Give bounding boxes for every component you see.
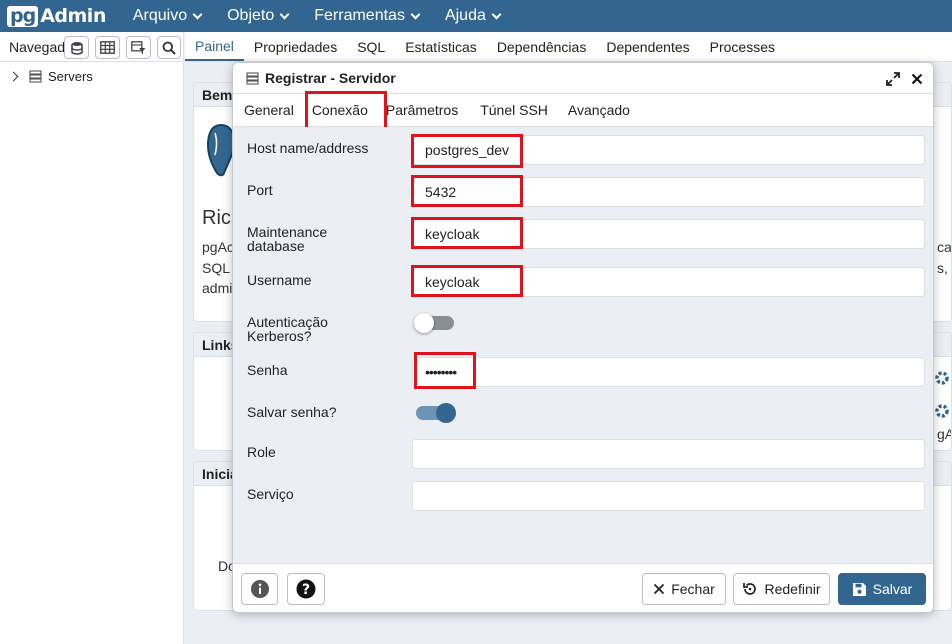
top-menu-bar: pg Admin Arquivo Objeto Ferramentas Ajud… [0, 0, 952, 32]
menu-label: Objeto [227, 7, 275, 24]
menu-arquivo[interactable]: Arquivo [120, 7, 214, 25]
server-group-icon [29, 69, 42, 83]
close-icon [654, 583, 665, 595]
highlight-box-conexao-tab [305, 91, 387, 131]
gear-icon [935, 371, 949, 385]
object-browser: Navegador Servers [0, 32, 184, 644]
tree-item-label: Servers [48, 68, 93, 84]
menu-label: Arquivo [132, 7, 188, 24]
tab-tunel-ssh[interactable]: Túnel SSH [472, 94, 556, 126]
register-server-dialog: Registrar - Servidor General Conexão Par… [232, 62, 934, 613]
dialog-footer: ? Fechar Redefinir Salvar [233, 563, 933, 612]
tab-processes[interactable]: Processes [700, 32, 785, 61]
username-label: Username [247, 272, 312, 288]
search-objects-button[interactable] [157, 36, 181, 59]
password-input[interactable]: •••••••• [412, 357, 925, 387]
close-button-label: Fechar [671, 581, 715, 597]
port-label: Port [247, 182, 273, 198]
browser-title: Navegador [9, 38, 67, 55]
chevron-down-icon [491, 9, 502, 19]
menu-label: Ajuda [444, 7, 486, 24]
svg-text:?: ? [302, 582, 310, 598]
menu-ferramentas[interactable]: Ferramentas [301, 7, 432, 25]
tab-sql[interactable]: SQL [347, 32, 395, 61]
main-tabs: Painel Propriedades SQL Estatísticas Dep… [185, 32, 952, 62]
kerberos-label-1: Autenticação [247, 314, 328, 330]
save-icon [852, 582, 866, 596]
highlight-box-host [411, 134, 523, 168]
reset-button[interactable]: Redefinir [733, 573, 830, 605]
host-label: Host name/address [247, 140, 369, 156]
role-label: Role [247, 444, 276, 460]
menu-label: Ferramentas [314, 7, 405, 24]
tab-dependentes[interactable]: Dependentes [596, 32, 699, 61]
tab-propriedades[interactable]: Propriedades [244, 32, 347, 61]
view-data-button[interactable] [95, 36, 120, 59]
toggle-knob [436, 403, 456, 423]
help-icon: ? [296, 579, 316, 599]
welcome-text-1: pgAc [202, 239, 234, 255]
tab-avancado[interactable]: Avançado [560, 94, 638, 126]
chevron-down-icon [192, 9, 203, 19]
tab-general[interactable]: General [236, 94, 302, 126]
highlight-box-maintenance-db [411, 217, 523, 249]
maintenance-db-label-1: Maintenance [247, 224, 328, 240]
tab-dependencias[interactable]: Dependências [487, 32, 597, 61]
save-password-label: Salvar senha? [247, 404, 337, 420]
table-icon [100, 41, 115, 54]
browser-toolbar: Navegador [0, 32, 183, 62]
help-button[interactable]: ? [287, 573, 325, 605]
tab-estatisticas[interactable]: Estatísticas [395, 32, 487, 61]
close-icon[interactable] [911, 73, 923, 85]
filtered-table-icon [131, 41, 146, 54]
maximize-icon[interactable] [886, 72, 900, 86]
dialog-title: Registrar - Servidor [265, 70, 396, 86]
service-input[interactable] [412, 481, 925, 511]
save-password-toggle[interactable] [416, 403, 456, 423]
welcome-heading: Ric [202, 207, 231, 229]
chevron-right-icon[interactable] [8, 71, 19, 81]
highlight-box-password [414, 352, 476, 389]
logo-admin: Admin [40, 5, 106, 27]
service-label: Serviço [247, 486, 294, 502]
info-icon [250, 580, 269, 598]
chevron-down-icon [410, 9, 421, 19]
gear-icon [935, 404, 949, 418]
password-label: Senha [247, 362, 288, 378]
search-icon [162, 41, 176, 55]
welcome-text-3: admi [202, 280, 233, 296]
query-tool-button[interactable] [64, 36, 89, 59]
toggle-knob [414, 313, 434, 333]
kerberos-toggle[interactable] [414, 313, 454, 333]
welcome-text-right-1: cal [937, 239, 952, 255]
reset-icon [743, 583, 757, 595]
tree-item-servers[interactable]: Servers [0, 64, 183, 88]
tab-parametros[interactable]: Parâmetros [378, 94, 466, 126]
role-input[interactable] [412, 439, 925, 469]
highlight-box-port [411, 175, 523, 207]
kerberos-label-2: Kerberos? [247, 328, 312, 344]
welcome-text-2: SQL [202, 260, 231, 276]
menu-objeto[interactable]: Objeto [214, 7, 301, 25]
reset-button-label: Redefinir [764, 581, 821, 597]
info-button[interactable] [241, 573, 278, 605]
connection-form: Host name/address postgres_dev Port 5432… [233, 127, 933, 563]
save-button[interactable]: Salvar [838, 573, 926, 605]
maintenance-db-label-2: database [247, 238, 305, 254]
filter-rows-button[interactable] [126, 36, 151, 59]
close-button[interactable]: Fechar [642, 573, 726, 605]
highlight-box-username [411, 265, 523, 297]
logo-pg: pg [7, 5, 39, 27]
database-icon [70, 41, 83, 55]
links-text-right: gA [937, 426, 951, 442]
save-button-label: Salvar [872, 581, 913, 597]
tab-painel[interactable]: Painel [185, 32, 244, 61]
dialog-header[interactable]: Registrar - Servidor [233, 63, 933, 94]
menu-ajuda[interactable]: Ajuda [432, 7, 513, 25]
pgadmin-logo: pg Admin [7, 5, 106, 27]
welcome-text-right-2: s, l [937, 260, 951, 276]
server-icon [246, 71, 259, 85]
chevron-down-icon [279, 9, 290, 19]
